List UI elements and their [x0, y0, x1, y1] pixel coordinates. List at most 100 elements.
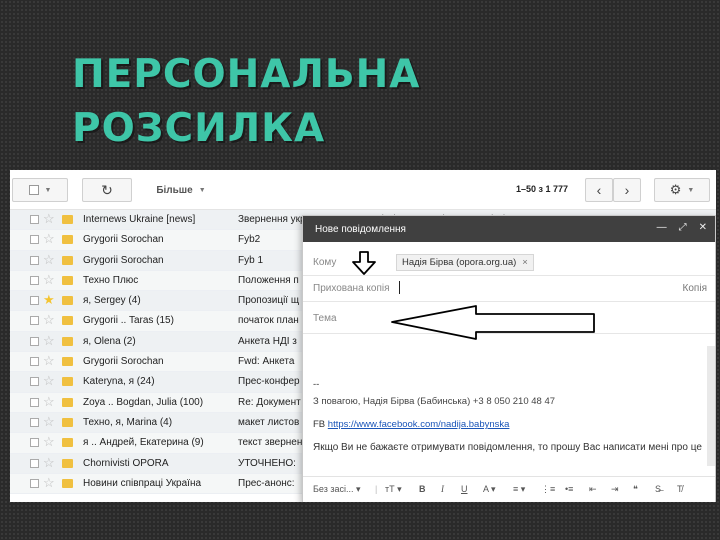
important-marker-icon[interactable] — [62, 336, 73, 346]
star-icon[interactable]: ☆ — [43, 313, 55, 327]
row-checkbox[interactable] — [30, 215, 39, 224]
row-checkbox[interactable] — [30, 316, 39, 326]
important-marker-icon[interactable] — [62, 235, 73, 245]
remove-recipient-icon[interactable]: × — [522, 257, 528, 268]
row-sender: Grygorii .. Taras (15) — [83, 315, 174, 327]
font-size-icon[interactable]: тТ ▾ — [385, 484, 402, 495]
subject-placeholder: Тема — [313, 313, 337, 324]
important-marker-icon[interactable] — [62, 417, 73, 427]
bcc-field[interactable]: Прихована копія Копія — [303, 276, 715, 302]
inbox-toolbar: ▼ ↻ Більше ▼ 1–50 з 1 777 ‹ › ⚙ ▼ — [10, 170, 716, 210]
row-sender: я, Sergey (4) — [83, 295, 141, 307]
chevron-right-icon: › — [624, 182, 630, 198]
select-all-button[interactable]: ▼ — [12, 178, 68, 202]
expand-icon[interactable]: ⤢ — [679, 222, 687, 233]
star-icon[interactable]: ☆ — [43, 334, 55, 348]
row-sender: Техно, я, Marina (4) — [83, 416, 173, 428]
star-icon[interactable]: ☆ — [43, 232, 55, 246]
star-icon[interactable]: ☆ — [43, 435, 55, 449]
indent-less-icon[interactable]: ⇤ — [589, 484, 597, 495]
star-icon[interactable]: ★ — [43, 293, 55, 307]
cc-link[interactable]: Копія — [683, 283, 707, 294]
star-icon[interactable]: ☆ — [43, 476, 55, 490]
align-icon[interactable]: ≡ ▾ — [513, 484, 525, 495]
subject-field[interactable]: Тема — [303, 304, 715, 334]
facebook-prefix: FB — [313, 419, 326, 430]
important-marker-icon[interactable] — [62, 255, 73, 265]
numbered-list-icon[interactable]: ⋮≡ — [541, 484, 555, 495]
facebook-link[interactable]: https://www.facebook.com/nadija.babynska — [328, 419, 510, 430]
important-marker-icon[interactable] — [62, 438, 73, 448]
important-marker-icon[interactable] — [62, 296, 73, 306]
more-button[interactable]: Більше ▼ — [150, 178, 212, 202]
important-marker-icon[interactable] — [62, 316, 73, 326]
important-marker-icon[interactable] — [62, 478, 73, 488]
remove-formatting-icon[interactable]: T̸ — [677, 484, 683, 494]
bold-icon[interactable]: B — [419, 484, 426, 494]
row-checkbox[interactable] — [30, 417, 39, 427]
important-marker-icon[interactable] — [62, 215, 73, 224]
important-marker-icon[interactable] — [62, 458, 73, 468]
row-sender: Chornivisti OPORA — [83, 457, 169, 469]
unsubscribe-text: Якщо Ви не бажаєте отримувати повідомлен… — [313, 442, 702, 453]
next-page-button[interactable]: › — [613, 178, 641, 202]
row-checkbox[interactable] — [30, 478, 39, 488]
row-sender: Grygorii Sorochan — [83, 234, 164, 246]
indent-more-icon[interactable]: ⇥ — [611, 484, 619, 495]
important-marker-icon[interactable] — [62, 357, 73, 367]
chevron-left-icon: ‹ — [596, 182, 602, 198]
row-checkbox[interactable] — [30, 438, 39, 448]
bulleted-list-icon[interactable]: •≡ — [565, 484, 573, 494]
minimize-icon[interactable]: — — [657, 222, 667, 233]
star-icon[interactable]: ☆ — [43, 212, 55, 226]
text-cursor — [399, 281, 400, 294]
row-sender: Техно Плюс — [83, 274, 139, 286]
row-checkbox[interactable] — [30, 296, 39, 306]
row-checkbox[interactable] — [30, 235, 39, 245]
star-icon[interactable]: ☆ — [43, 253, 55, 267]
compose-scrollbar[interactable] — [707, 346, 715, 466]
prev-page-button[interactable]: ‹ — [585, 178, 613, 202]
star-icon[interactable]: ☆ — [43, 354, 55, 368]
slide-title-line-2: РОЗСИЛКА — [72, 106, 326, 151]
settings-button[interactable]: ⚙ ▼ — [654, 178, 710, 202]
underline-icon[interactable]: U — [461, 484, 468, 494]
row-sender: Zoya .. Bogdan, Julia (100) — [83, 396, 204, 408]
facebook-line: FB https://www.facebook.com/nadija.babyn… — [313, 419, 509, 431]
important-marker-icon[interactable] — [62, 377, 73, 387]
divider: | — [375, 484, 378, 494]
recipient-chip[interactable]: Надія Бірва (opora.org.ua) × — [396, 254, 534, 271]
row-checkbox[interactable] — [30, 275, 39, 285]
slide-title-line-1: ПЕРСОНАЛЬНА — [72, 52, 421, 97]
row-checkbox[interactable] — [30, 336, 39, 346]
to-field[interactable]: Кому Надія Бірва (opora.org.ua) × — [303, 250, 715, 276]
format-toolbar: Без засі... ▾ | тТ ▾ B I U A ▾ ≡ ▾ ⋮≡ •≡… — [303, 476, 715, 502]
row-sender: Grygorii Sorochan — [83, 254, 164, 266]
row-checkbox[interactable] — [30, 255, 39, 265]
star-icon[interactable]: ☆ — [43, 456, 55, 470]
compose-title: Нове повідомлення — [315, 224, 406, 235]
refresh-button[interactable]: ↻ — [82, 178, 132, 202]
font-select[interactable]: Без засі... ▾ — [313, 484, 361, 495]
star-icon[interactable]: ☆ — [43, 374, 55, 388]
important-marker-icon[interactable] — [62, 275, 73, 285]
quote-icon[interactable]: ❝ — [633, 484, 638, 495]
italic-icon[interactable]: I — [441, 484, 444, 494]
star-icon[interactable]: ☆ — [43, 415, 55, 429]
to-label: Кому — [313, 257, 337, 268]
strikethrough-icon[interactable]: S̶ — [655, 484, 661, 494]
more-label: Більше — [156, 184, 193, 196]
chevron-down-icon: ▼ — [687, 186, 695, 194]
compose-window: Нове повідомлення — ⤢ ✕ Кому Надія Бірва… — [302, 215, 716, 502]
star-icon[interactable]: ☆ — [43, 273, 55, 287]
slide-title: ПЕРСОНАЛЬНА РОЗСИЛКА — [72, 48, 420, 156]
close-icon[interactable]: ✕ — [699, 222, 707, 233]
row-checkbox[interactable] — [30, 458, 39, 468]
signature-line: З повагою, Надія Бірва (Бабинська) +3 8 … — [313, 396, 556, 407]
row-checkbox[interactable] — [30, 397, 39, 407]
row-checkbox[interactable] — [30, 357, 39, 367]
important-marker-icon[interactable] — [62, 397, 73, 407]
row-checkbox[interactable] — [30, 377, 39, 387]
text-color-icon[interactable]: A ▾ — [483, 484, 496, 495]
star-icon[interactable]: ☆ — [43, 395, 55, 409]
